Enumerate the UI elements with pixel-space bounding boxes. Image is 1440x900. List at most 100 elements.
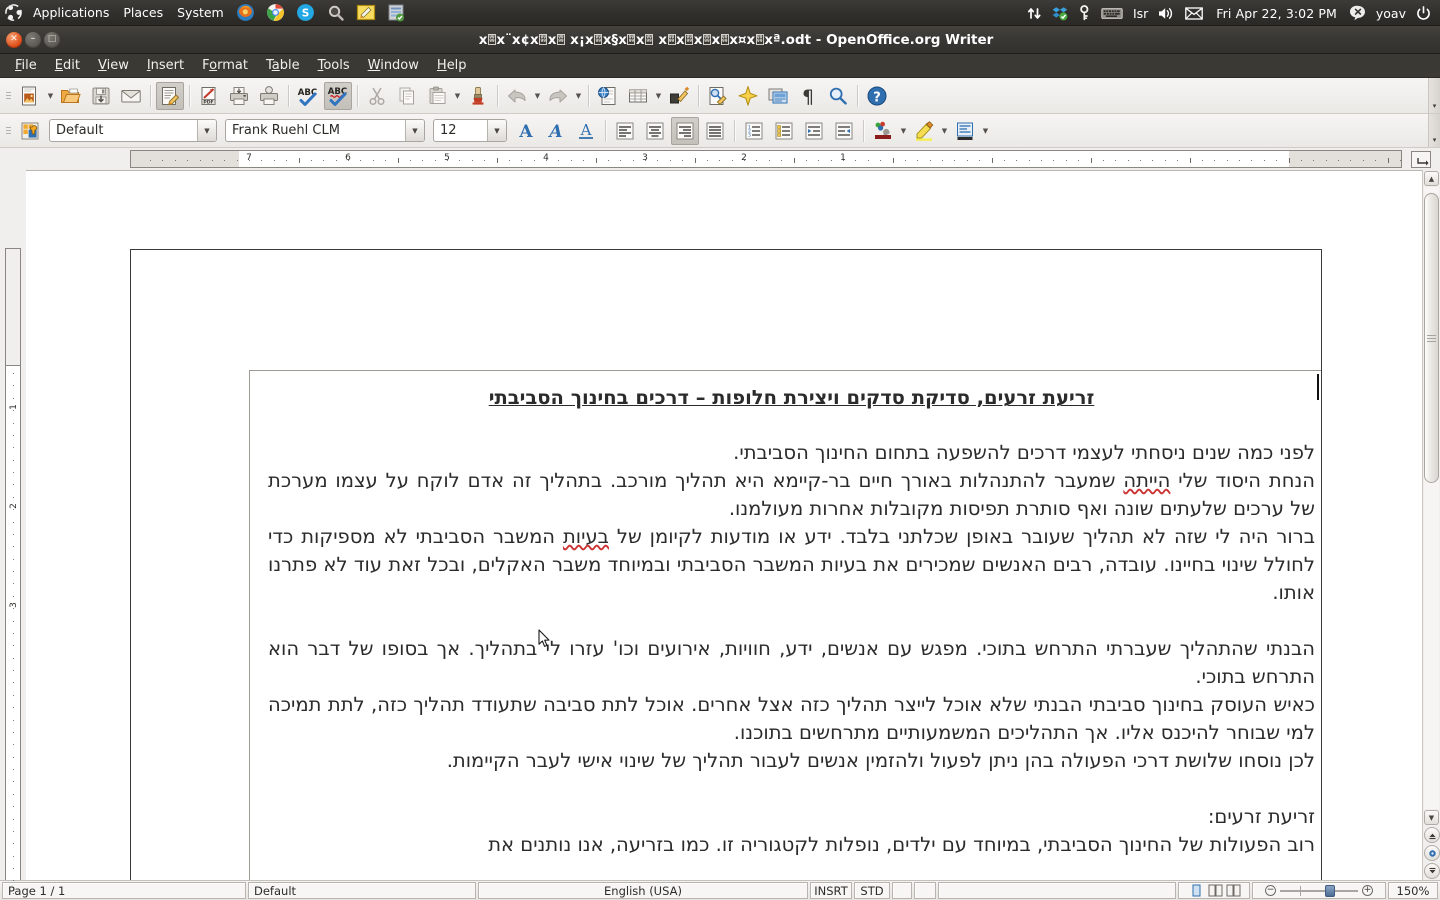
menu-tools[interactable]: Tools xyxy=(309,54,359,78)
redo-icon[interactable] xyxy=(544,82,572,110)
update-manager-icon[interactable] xyxy=(381,0,411,26)
book-view-icon[interactable] xyxy=(1226,884,1240,897)
formatting-marks-icon[interactable]: ¶ xyxy=(794,82,822,110)
align-left-icon[interactable] xyxy=(611,117,639,145)
underline-icon[interactable]: A xyxy=(572,117,600,145)
window-maximize-button[interactable]: □ xyxy=(44,31,60,48)
keyboard-icon[interactable] xyxy=(1096,0,1128,26)
open-document-icon[interactable] xyxy=(57,82,85,110)
network-up-down-icon[interactable] xyxy=(1022,0,1047,26)
volume-icon[interactable] xyxy=(1153,0,1180,26)
align-right-icon[interactable] xyxy=(671,116,699,145)
two-page-view-icon[interactable] xyxy=(1208,884,1222,897)
status-page-style[interactable]: Default xyxy=(248,882,476,899)
document-canvas[interactable]: זריעת זרעים, סדיקת סדקים ויצירת חלופות –… xyxy=(26,170,1422,880)
dropbox-icon[interactable] xyxy=(1047,0,1073,26)
formatting-toolbar-grip[interactable] xyxy=(4,120,13,142)
font-name-dropdown-icon[interactable]: ▼ xyxy=(405,120,424,141)
scroll-down-button[interactable]: ▼ xyxy=(1424,810,1439,825)
align-center-icon[interactable] xyxy=(641,117,669,145)
firefox-icon[interactable] xyxy=(231,0,261,26)
ubuntu-logo-icon[interactable] xyxy=(0,0,26,26)
paragraph-style-combo[interactable]: Default ▼ xyxy=(49,119,217,142)
window-minimize-button[interactable]: – xyxy=(25,31,41,48)
menu-table[interactable]: Table xyxy=(257,54,309,78)
status-digital-signature[interactable] xyxy=(914,882,936,899)
status-document-modified[interactable] xyxy=(892,882,912,899)
zoom-icon[interactable] xyxy=(824,82,852,110)
previous-page-button[interactable] xyxy=(1424,827,1440,843)
vertical-ruler[interactable]: 1 2 3 xyxy=(5,248,21,894)
bulleted-list-icon[interactable] xyxy=(770,117,798,145)
save-document-icon[interactable] xyxy=(87,82,115,110)
highlighting-dropdown[interactable]: ▼ xyxy=(939,117,950,145)
paste-icon[interactable] xyxy=(423,82,451,110)
zoom-in-button[interactable]: + xyxy=(1362,885,1373,896)
redo-dropdown[interactable]: ▼ xyxy=(573,82,584,110)
scrollbar-track[interactable] xyxy=(1424,187,1439,809)
help-icon[interactable]: ? xyxy=(863,82,891,110)
numbered-list-icon[interactable]: 123 xyxy=(740,117,768,145)
menu-window[interactable]: Window xyxy=(359,54,428,78)
bold-icon[interactable]: A xyxy=(512,117,540,145)
menu-insert[interactable]: Insert xyxy=(138,54,193,78)
justify-icon[interactable] xyxy=(701,117,729,145)
font-color-dropdown[interactable]: ▼ xyxy=(898,117,909,145)
edit-file-icon[interactable] xyxy=(156,81,184,110)
undo-icon[interactable] xyxy=(503,82,531,110)
status-insert-mode[interactable]: INSRT xyxy=(810,882,852,899)
power-icon[interactable] xyxy=(1411,0,1436,26)
zoom-slider-track[interactable] xyxy=(1280,884,1358,897)
document-page[interactable]: זריעת זרעים, סדיקת סדקים ויצירת חלופות –… xyxy=(130,249,1322,880)
status-view-layout[interactable] xyxy=(1178,882,1250,899)
apply-style-icon[interactable] xyxy=(16,117,44,145)
zoom-slider-thumb[interactable] xyxy=(1325,884,1336,897)
menu-view[interactable]: View xyxy=(89,54,138,78)
menu-edit[interactable]: Edit xyxy=(46,54,89,78)
undo-dropdown[interactable]: ▼ xyxy=(532,82,543,110)
paste-dropdown[interactable]: ▼ xyxy=(452,82,463,110)
paragraph-style-dropdown-icon[interactable]: ▼ xyxy=(197,120,216,141)
document-text[interactable]: זריעת זרעים, סדיקת סדקים ויצירת חלופות –… xyxy=(250,371,1321,859)
new-document-dropdown[interactable]: ▼ xyxy=(45,82,56,110)
next-page-button[interactable] xyxy=(1424,863,1440,879)
mail-icon[interactable] xyxy=(1180,0,1208,26)
background-color-icon[interactable] xyxy=(951,117,979,145)
find-replace-icon[interactable] xyxy=(704,82,732,110)
formatting-toolbar-overflow[interactable]: ▾ xyxy=(1428,114,1440,147)
horizontal-ruler[interactable]: 7 6 5 4 3 2 1 xyxy=(130,150,1402,168)
menu-help[interactable]: Help xyxy=(428,54,476,78)
draw-functions-icon[interactable] xyxy=(665,82,693,110)
status-language[interactable]: English (USA) xyxy=(478,882,808,899)
spelling-check-icon[interactable]: ABC xyxy=(294,82,322,110)
print-icon[interactable] xyxy=(225,82,253,110)
autospellcheck-icon[interactable]: ABC xyxy=(324,81,352,110)
cut-icon[interactable] xyxy=(363,82,391,110)
menu-format[interactable]: Format xyxy=(193,54,257,78)
menu-system[interactable]: System xyxy=(170,0,231,26)
chrome-icon[interactable] xyxy=(261,0,291,26)
table-dropdown[interactable]: ▼ xyxy=(653,82,664,110)
ruler-corner-button[interactable] xyxy=(1411,150,1431,168)
vertical-scrollbar[interactable]: ▲ ▼ xyxy=(1422,170,1440,880)
hyperlink-icon[interactable] xyxy=(594,82,622,110)
navigator-button[interactable] xyxy=(1424,845,1440,861)
new-document-icon[interactable] xyxy=(16,82,44,110)
keyboard-layout-indicator[interactable]: Isr xyxy=(1128,0,1153,26)
font-size-combo[interactable]: 12 ▼ xyxy=(433,119,507,142)
status-selection-mode[interactable]: STD xyxy=(854,882,890,899)
notes-icon[interactable] xyxy=(351,0,381,26)
font-size-dropdown-icon[interactable]: ▼ xyxy=(487,120,506,141)
email-document-icon[interactable] xyxy=(117,82,145,110)
data-sources-icon[interactable] xyxy=(764,82,792,110)
zoom-slider[interactable]: − + xyxy=(1252,882,1386,899)
highlighting-icon[interactable] xyxy=(910,117,938,145)
skype-icon[interactable]: S xyxy=(291,0,321,26)
zoom-out-button[interactable]: − xyxy=(1265,885,1276,896)
italic-icon[interactable]: A xyxy=(542,117,570,145)
background-color-dropdown[interactable]: ▼ xyxy=(980,117,991,145)
increase-indent-icon[interactable] xyxy=(800,117,828,145)
menu-applications[interactable]: Applications xyxy=(26,0,116,26)
status-zoom-level[interactable]: 150% xyxy=(1388,882,1438,899)
text-frame[interactable]: זריעת זרעים, סדיקת סדקים ויצירת חלופות –… xyxy=(249,370,1321,880)
